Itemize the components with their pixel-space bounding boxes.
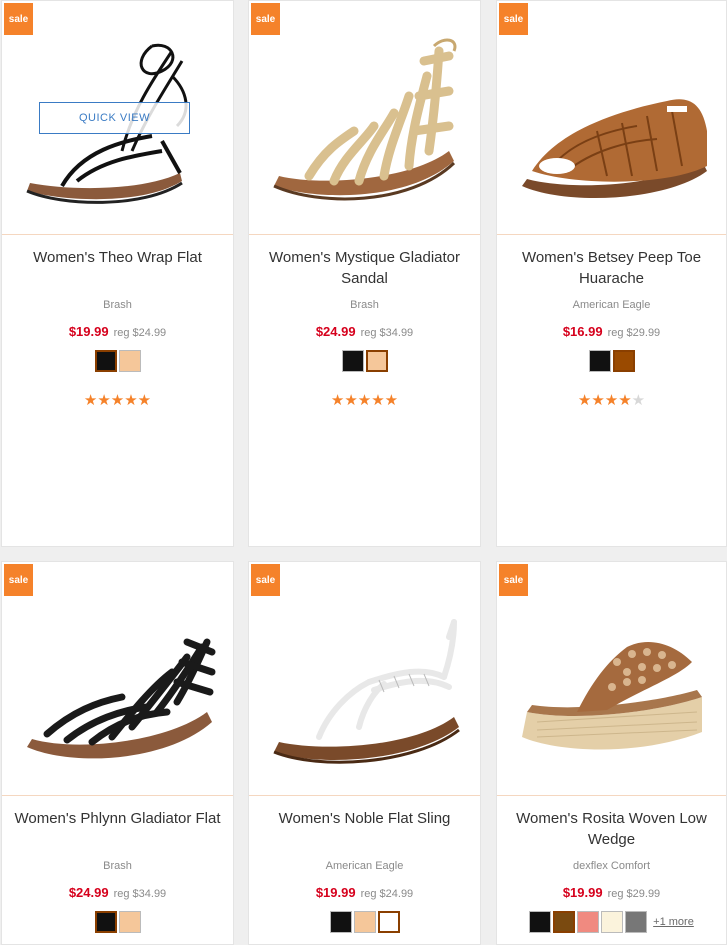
sale-badge: sale: [251, 3, 280, 35]
product-prices: $16.99 reg $29.99: [497, 324, 726, 339]
sale-price: $19.99: [562, 885, 603, 900]
product-brand: Brash: [103, 860, 132, 872]
color-swatches: [249, 350, 480, 372]
sale-badge: sale: [4, 564, 33, 596]
product-title[interactable]: Women's Phlynn Gladiator Flat: [12, 808, 223, 829]
star-icon: ★: [618, 392, 632, 409]
product-title[interactable]: Women's Betsey Peep Toe Huarache: [507, 247, 716, 289]
regular-price: reg $29.99: [607, 327, 661, 339]
color-swatch[interactable]: [577, 911, 600, 933]
sandal-image: [273, 619, 460, 764]
product-card[interactable]: sale QUICK VIEW Women's Theo Wrap Flat B…: [1, 0, 234, 547]
color-swatch[interactable]: [529, 911, 552, 933]
color-swatches: [2, 350, 233, 372]
color-swatch[interactable]: [94, 350, 117, 372]
color-swatch[interactable]: [588, 350, 611, 372]
star-rating: ★★★★★: [249, 391, 480, 409]
star-icon: ★: [110, 392, 125, 409]
color-swatch[interactable]: [601, 911, 624, 933]
product-grid: sale QUICK VIEW Women's Theo Wrap Flat B…: [0, 0, 727, 945]
sale-price: $19.99: [68, 324, 109, 339]
star-rating: ★★★★★: [497, 391, 726, 409]
product-image[interactable]: sale: [249, 1, 480, 235]
product-brand: Brash: [350, 299, 379, 311]
sandal-image: [522, 99, 707, 198]
star-icon: ★: [83, 392, 98, 409]
star-icon: ★: [330, 392, 345, 409]
product-brand: Brash: [103, 299, 132, 311]
color-swatches: [249, 911, 480, 933]
star-icon: ★: [97, 392, 111, 409]
product-card[interactable]: sale Women's Phlynn Gladiator Flat Brash…: [1, 561, 234, 945]
sandal-image: [522, 642, 702, 750]
regular-price: reg $34.99: [113, 888, 167, 900]
regular-price: reg $29.99: [607, 888, 661, 900]
color-swatch[interactable]: [612, 350, 635, 372]
sale-badge: sale: [251, 564, 280, 596]
product-title[interactable]: Women's Mystique Gladiator Sandal: [259, 247, 470, 289]
sale-badge: sale: [499, 3, 528, 35]
product-prices: $19.99 reg $29.99: [497, 885, 726, 900]
star-icon: ★: [371, 392, 385, 409]
star-icon: ★: [384, 392, 399, 409]
star-icon: ★: [124, 392, 138, 409]
product-image[interactable]: sale: [2, 562, 233, 796]
color-swatch[interactable]: [329, 911, 352, 933]
regular-price: reg $24.99: [360, 888, 414, 900]
product-title[interactable]: Women's Theo Wrap Flat: [12, 247, 223, 268]
color-swatches: +1 more: [497, 911, 726, 933]
regular-price: reg $24.99: [113, 327, 167, 339]
color-swatch[interactable]: [625, 911, 648, 933]
sale-price: $16.99: [562, 324, 603, 339]
product-brand: American Eagle: [325, 860, 404, 872]
product-prices: $19.99 reg $24.99: [2, 324, 233, 339]
product-title[interactable]: Women's Rosita Woven Low Wedge: [507, 808, 716, 850]
color-swatches: [2, 911, 233, 933]
sale-price: $24.99: [315, 324, 356, 339]
color-swatch[interactable]: [94, 911, 117, 933]
product-prices: $19.99 reg $24.99: [249, 885, 480, 900]
star-icon: ★: [137, 392, 152, 409]
sale-price: $24.99: [68, 885, 109, 900]
product-prices: $24.99 reg $34.99: [249, 324, 480, 339]
quick-view-button[interactable]: QUICK VIEW: [39, 102, 190, 134]
more-colors-link[interactable]: +1 more: [653, 916, 694, 928]
star-icon: ★: [591, 392, 605, 409]
color-swatch[interactable]: [365, 350, 388, 372]
product-card[interactable]: sale Women's Noble Flat Sling American E…: [248, 561, 481, 945]
star-icon: ★: [344, 392, 358, 409]
star-rating: ★★★★★: [2, 391, 233, 409]
sale-badge: sale: [4, 3, 33, 35]
product-title[interactable]: Women's Noble Flat Sling: [259, 808, 470, 829]
sale-price: $19.99: [315, 885, 356, 900]
color-swatches: [497, 350, 726, 372]
product-card[interactable]: sale Women's Betsey Peep Toe Huarache Am…: [496, 0, 727, 547]
color-swatch[interactable]: [377, 911, 400, 933]
regular-price: reg $34.99: [360, 327, 414, 339]
star-icon: ★: [357, 392, 372, 409]
color-swatch[interactable]: [353, 911, 376, 933]
product-brand: American Eagle: [572, 299, 651, 311]
product-card[interactable]: sale Women's Rosita Woven Low Wedge dexf…: [496, 561, 727, 945]
product-image[interactable]: sale: [497, 1, 726, 235]
product-brand: dexflex Comfort: [572, 860, 651, 872]
product-image[interactable]: sale: [497, 562, 726, 796]
color-swatch[interactable]: [553, 911, 576, 933]
color-swatch[interactable]: [118, 350, 141, 372]
star-icon: ★: [577, 392, 592, 409]
star-icon: ★: [604, 392, 619, 409]
sandal-image: [273, 38, 457, 201]
product-prices: $24.99 reg $34.99: [2, 885, 233, 900]
color-swatch[interactable]: [118, 911, 141, 933]
color-swatch[interactable]: [341, 350, 364, 372]
sandal-image: [27, 638, 216, 759]
product-card[interactable]: sale Women's Mystique Gladiator Sandal B…: [248, 0, 481, 547]
product-image[interactable]: sale QUICK VIEW: [2, 1, 233, 235]
sale-badge: sale: [499, 564, 528, 596]
star-icon: ★: [631, 392, 646, 409]
product-image[interactable]: sale: [249, 562, 480, 796]
